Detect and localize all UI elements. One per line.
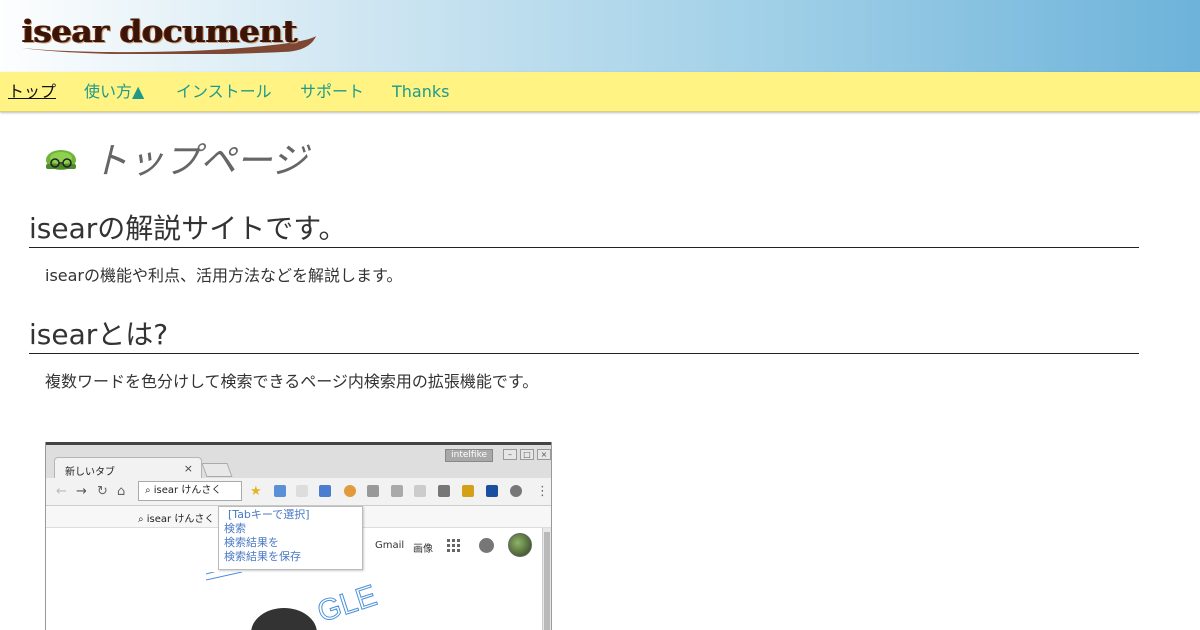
cookie-icon xyxy=(344,485,356,497)
nav-item-support[interactable]: サポート xyxy=(300,82,364,102)
translate-icon xyxy=(319,485,331,497)
reload-icon: ↻ xyxy=(97,484,108,499)
extension-v-icon xyxy=(274,485,286,497)
extension-chat-icon xyxy=(510,485,522,497)
extension-slash-icon xyxy=(391,485,403,497)
logo-text: isear document xyxy=(22,14,298,50)
window-caption: intelfike xyxy=(445,449,493,462)
page-title: トップページ xyxy=(92,141,308,182)
extension-chart-icon xyxy=(414,485,426,497)
omnibox: ⌕ isear けんさく xyxy=(138,481,242,501)
popup-item-hint: [Tabキーで選択] xyxy=(228,508,310,521)
images-link: 画像 xyxy=(413,544,433,555)
popup-item-results: 検索結果を xyxy=(224,536,279,549)
turtle-with-glasses-icon xyxy=(46,150,76,170)
section-heading-intro: isearの解説サイトです。 xyxy=(29,212,1139,248)
menu-dots-icon: ⋮ xyxy=(536,484,549,499)
nav-item-top[interactable]: トップ xyxy=(8,82,56,102)
notification-bell-icon xyxy=(479,538,494,553)
minimize-icon: – xyxy=(503,449,517,460)
popup-item-search: 検索 xyxy=(224,522,246,535)
browser-scrollbar xyxy=(542,528,551,630)
tab-close-icon: × xyxy=(183,462,193,475)
close-icon: × xyxy=(537,449,551,460)
main-nav: トップ 使い方▲ インストール サポート Thanks xyxy=(0,72,1200,112)
isear-suggestion-popup: [Tabキーで選択] 検索 検索結果を 検索結果を保存 xyxy=(218,506,363,570)
site-logo[interactable]: isear document xyxy=(20,12,320,56)
user-avatar xyxy=(508,533,532,557)
maximize-icon: □ xyxy=(520,449,534,460)
new-tab-icon xyxy=(201,463,233,477)
extension-badge-icon xyxy=(462,485,474,497)
bookmark-search: ⌕ isear けんさく xyxy=(138,514,215,525)
isear-demo-screenshot: intelfike – □ × 新しいタブ × ← → ↻ ⌂ ⌕ isear … xyxy=(45,442,552,630)
back-arrow-icon: ← xyxy=(56,484,67,499)
doodle-text: GLE xyxy=(313,579,380,629)
extension-frame-icon xyxy=(296,485,308,497)
nav-item-usage[interactable]: 使い方▲ xyxy=(84,82,144,102)
nav-item-install[interactable]: インストール xyxy=(176,82,272,102)
star-icon: ★ xyxy=(250,484,262,499)
tab-label: 新しいタブ xyxy=(65,467,115,478)
home-icon: ⌂ xyxy=(117,484,126,499)
site-header: isear document xyxy=(0,0,1200,72)
search-icon: ⌕ xyxy=(145,485,154,496)
section-heading-what-is-isear: isearとは? xyxy=(29,318,1139,354)
extension-binary-icon xyxy=(438,485,450,497)
bookmark-search-text: isear けんさく xyxy=(146,514,215,525)
scroll-thumb xyxy=(544,532,550,630)
popup-item-save: 検索結果を保存 xyxy=(224,550,301,563)
extension-grid-icon xyxy=(367,485,379,497)
forward-arrow-icon: → xyxy=(76,484,87,499)
section-text-intro: isearの機能や利点、活用方法などを解説します。 xyxy=(45,266,403,285)
gmail-link: Gmail xyxy=(375,540,405,551)
nav-item-thanks[interactable]: Thanks xyxy=(392,82,449,102)
section-text-what-is-isear: 複数ワードを色分けして検索できるページ内検索用の拡張機能です。 xyxy=(45,372,539,391)
browser-toolbar: ← → ↻ ⌂ ⌕ isear けんさく Ɪ ★ ⋮ xyxy=(46,478,551,535)
omnibox-text: isear けんさく xyxy=(153,485,222,496)
extension-h-icon xyxy=(486,485,498,497)
apps-grid-icon xyxy=(447,539,460,552)
